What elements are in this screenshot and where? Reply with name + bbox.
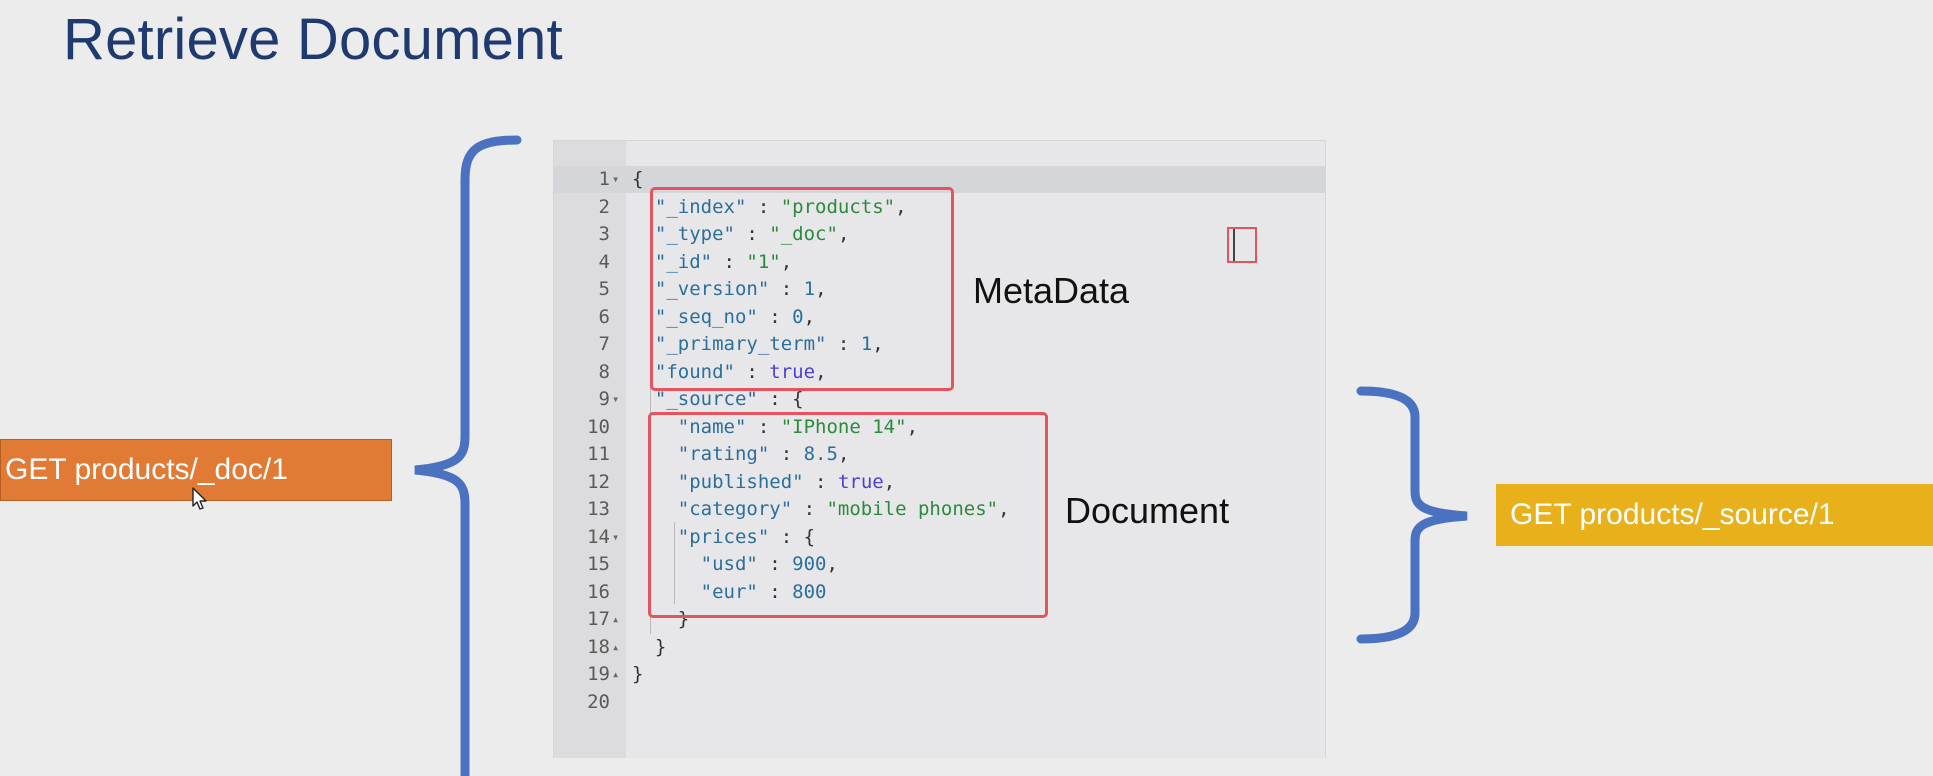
fold-toggle-icon[interactable]: ▴	[612, 606, 624, 634]
line-number: 19	[587, 663, 610, 685]
line-number: 11	[587, 443, 610, 465]
line-number: 8	[598, 360, 610, 383]
line-number: 18	[587, 635, 610, 658]
line-number: 20	[587, 690, 610, 713]
line-number: 6	[598, 305, 610, 328]
get-source-request: GET products/_source/1	[1496, 484, 1933, 546]
line-number: 13	[587, 498, 610, 520]
line-number: 12	[587, 470, 610, 493]
fold-toggle-icon[interactable]: ▾	[612, 386, 624, 414]
line-number: 17	[587, 608, 610, 630]
metadata-highlight-box	[650, 187, 954, 391]
right-brace	[1356, 386, 1468, 644]
line-number: 4	[598, 250, 610, 273]
text-cursor-icon	[1227, 227, 1257, 263]
fold-toggle-icon[interactable]: ▾	[612, 524, 624, 552]
code-token: }	[632, 663, 644, 685]
fold-toggle-icon[interactable]: ▴	[612, 661, 624, 689]
line-number: 9	[598, 388, 610, 410]
line-number: 14	[587, 525, 610, 548]
code-token: "_source"	[654, 388, 758, 410]
code-token: : {	[757, 388, 804, 410]
code-token: {	[632, 168, 644, 190]
document-label: Document	[1065, 490, 1230, 531]
fold-toggle-icon[interactable]: ▴	[612, 634, 624, 662]
line-number: 15	[587, 553, 610, 575]
line-number: 7	[598, 333, 610, 355]
code-text: {	[632, 166, 643, 194]
line-number: 3	[598, 223, 610, 245]
line-number: 2	[598, 195, 610, 218]
slide-title: Retrieve Document	[63, 7, 563, 72]
code-text: }	[632, 634, 666, 662]
line-number: 16	[587, 580, 610, 603]
code-line: 19 ▴}	[554, 661, 1325, 689]
line-number: 1	[598, 168, 610, 190]
mouse-pointer-icon	[192, 487, 207, 510]
code-text: }	[632, 661, 643, 689]
metadata-label: MetaData	[973, 270, 1130, 311]
document-highlight-box	[648, 412, 1048, 618]
code-line: 18 ▴ }	[554, 634, 1325, 662]
code-token: }	[632, 635, 667, 658]
line-number: 5	[598, 278, 610, 300]
code-line: 20	[554, 689, 1325, 717]
fold-toggle-icon[interactable]: ▾	[612, 166, 624, 194]
left-brace	[414, 135, 522, 776]
line-number: 10	[587, 415, 610, 438]
